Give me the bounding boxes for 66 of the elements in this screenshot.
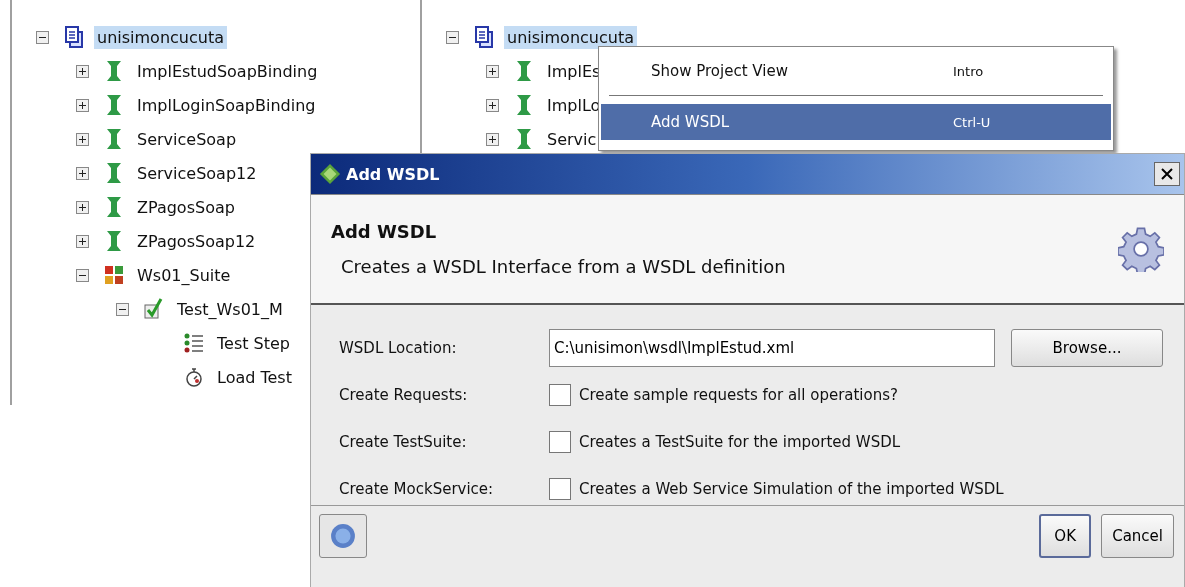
i-beam-icon [514,60,534,82]
browse-button[interactable]: Browse... [1011,329,1163,367]
checkbox[interactable] [549,478,571,500]
i-beam-icon [104,128,124,150]
expander-icon[interactable] [35,30,49,44]
tree-item[interactable]: unisimoncucuta [504,25,637,49]
expander-icon[interactable] [75,268,89,282]
tree-item[interactable]: unisimoncucuta [94,25,227,49]
tree-item[interactable]: ImplLoginSoapBinding [134,93,319,117]
close-button[interactable] [1154,162,1180,186]
expander-icon[interactable] [485,64,499,78]
i-beam-icon [514,94,534,116]
checkbox[interactable] [549,431,571,453]
field-label: Create Requests: [339,386,469,404]
checked-box-icon [144,298,164,320]
dialog-heading: Add WSDL [331,221,438,242]
tree-item[interactable]: Test_Ws01_M [174,297,286,321]
window-title: Add WSDL [346,164,441,184]
i-beam-icon [514,128,534,150]
tree-item[interactable]: ZPagosSoap12 [134,229,259,253]
close-icon [1161,168,1173,180]
checkbox-label: Creates a TestSuite for the imported WSDL [579,433,901,451]
tree-item[interactable]: Servic [544,127,600,151]
tree-item[interactable]: Test Step [214,331,294,355]
expander-icon[interactable] [115,302,129,316]
help-button[interactable] [319,514,367,558]
field-label: Create MockService: [339,480,495,498]
grid-icon [104,264,124,286]
diamond-logo-icon [319,163,341,185]
expander-icon[interactable] [75,200,89,214]
list-icon [184,332,204,354]
checkbox-label: Create sample requests for all operations? [579,386,898,404]
tree-item[interactable]: ServiceSoap12 [134,161,260,185]
field-label: WSDL Location: [339,339,458,357]
help-icon [330,523,356,549]
gear-icon [1118,226,1164,272]
expander-icon[interactable] [75,166,89,180]
menu-item[interactable]: Add WSDL Ctrl-U [601,104,1111,140]
tree-item[interactable]: ImplEstudSoapBinding [134,59,321,83]
stopwatch-icon [184,366,204,388]
location-field[interactable]: C:\unisimon\wsdl\ImplEstud.xml [549,329,995,367]
expander-icon[interactable] [485,98,499,112]
expander-icon[interactable] [75,98,89,112]
field-label: Create TestSuite: [339,433,468,451]
document-stack-icon [474,26,494,48]
expander-icon[interactable] [75,132,89,146]
expander-icon[interactable] [485,132,499,146]
checkbox-label: Creates a Web Service Simulation of the imported WSDL [579,480,1004,498]
expander-icon[interactable] [445,30,459,44]
tree-item[interactable]: Ws01_Suite [134,263,234,287]
tree-item[interactable]: ServiceSoap [134,127,240,151]
dialog-button[interactable]: OK [1039,514,1092,558]
i-beam-icon [104,196,124,218]
expander-icon[interactable] [75,234,89,248]
dialog-button[interactable]: Cancel [1101,514,1174,558]
document-stack-icon [64,26,84,48]
i-beam-icon [104,230,124,252]
dialog-description: Creates a WSDL Interface from a WSDL definition [340,256,787,277]
i-beam-icon [104,94,124,116]
checkbox[interactable] [549,384,571,406]
expander-icon[interactable] [75,64,89,78]
tree-item[interactable]: ZPagosSoap [134,195,238,219]
menu-item[interactable]: Show Project View Intro [601,53,1111,89]
tree-item[interactable]: Load Test [214,365,295,389]
i-beam-icon [104,60,124,82]
i-beam-icon [104,162,124,184]
